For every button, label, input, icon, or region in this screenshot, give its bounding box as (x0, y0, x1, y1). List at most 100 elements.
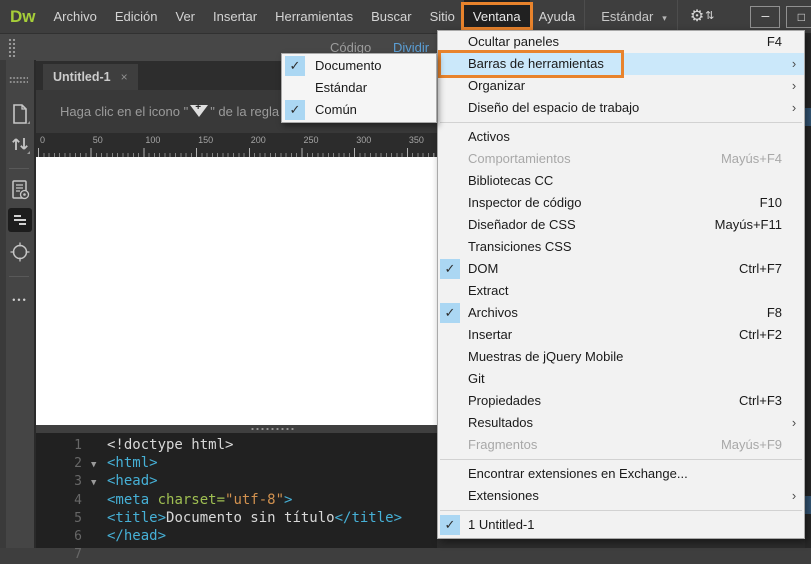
sidebar-grip-handle[interactable] (9, 76, 28, 85)
menu-item-label: Extract (460, 280, 782, 302)
menu-item-label: Activos (460, 126, 782, 148)
menubar-item-ventana[interactable]: Ventana (464, 0, 530, 33)
check-placeholder (440, 486, 460, 506)
check-placeholder (440, 215, 460, 235)
menu-item-label: Inspector de código (460, 192, 760, 214)
menu-shortcut: Mayús+F11 (715, 214, 784, 236)
checkmark-icon: ✓ (285, 56, 305, 76)
file-transfer-icon[interactable] (8, 132, 32, 156)
menu-item-label: Muestras de jQuery Mobile (460, 346, 782, 368)
code-text: <head> (107, 473, 158, 489)
maximize-button[interactable]: □ (786, 6, 811, 28)
menu-item-archivos[interactable]: ✓ArchivosF8 (438, 302, 804, 324)
menubar-item-buscar[interactable]: Buscar (362, 0, 420, 33)
more-options-icon[interactable]: ••• (8, 288, 32, 312)
menu-item-label: Fragmentos (460, 434, 721, 456)
document-tab[interactable]: Untitled-1× (43, 64, 138, 90)
hint-prefix: Haga clic en el icono " (60, 104, 188, 119)
menu-item-label: Encontrar extensiones en Exchange... (460, 463, 782, 485)
submenu-item-label: Común (305, 99, 357, 121)
menubar-item-label: Buscar (371, 9, 411, 24)
line-number: 3 (36, 473, 91, 491)
menu-item-git[interactable]: Git (438, 368, 804, 390)
menubar: Archivo Edición VerInsertarHerramientas Bus… (45, 0, 585, 33)
menubar-item-edicion[interactable]: Edición (106, 0, 167, 33)
menubar-item-insertar[interactable]: Insertar (204, 0, 266, 33)
target-icon[interactable] (8, 240, 32, 264)
check-placeholder (440, 347, 460, 367)
menu-item-label: Archivos (460, 302, 767, 324)
checkmark-icon: ✓ (440, 259, 460, 279)
toolbar-grip-handle[interactable] (8, 38, 16, 57)
new-document-icon[interactable] (8, 102, 32, 126)
menubar-item-ver[interactable]: Ver (167, 0, 205, 33)
menu-item-extensiones[interactable]: Extensiones› (438, 485, 804, 507)
menu-item-label: Insertar (460, 324, 739, 346)
ruler-label: 0 (40, 135, 45, 145)
ruler-label: 300 (356, 135, 371, 145)
menu-item-dom[interactable]: ✓DOMCtrl+F7 (438, 258, 804, 280)
check-placeholder (440, 171, 460, 191)
sidebar-divider (9, 168, 29, 169)
code-token: <meta (107, 492, 149, 508)
code-token: "utf-8" (225, 492, 284, 508)
menubar-item-label: Edición (115, 9, 158, 24)
menu-item-activos[interactable]: Activos (438, 126, 804, 148)
submenu-item-comun[interactable]: ✓Común (282, 99, 436, 121)
menu-item-muestras-de-jquery-mobile[interactable]: Muestras de jQuery Mobile (438, 346, 804, 368)
menubar-item-archivo[interactable]: Archivo (45, 0, 106, 33)
check-placeholder (440, 413, 460, 433)
submenu-arrow-icon: › (784, 97, 804, 119)
menu-item-bibliotecas-cc[interactable]: Bibliotecas CC (438, 170, 804, 192)
menubar-item-label: Archivo (54, 9, 97, 24)
minimize-button[interactable]: – (750, 6, 780, 28)
menu-item-barras-de-herramientas[interactable]: Barras de herramientas› (438, 53, 804, 75)
menu-item-propiedades[interactable]: PropiedadesCtrl+F3 (438, 390, 804, 412)
menu-shortcut: F10 (760, 192, 784, 214)
toolbars-submenu-panel: ✓DocumentoEstándar✓Común (281, 53, 437, 123)
check-placeholder (440, 325, 460, 345)
menu-item-organizar[interactable]: Organizar› (438, 75, 804, 97)
menu-shortcut: Mayús+F4 (721, 148, 784, 170)
check-placeholder (440, 149, 460, 169)
docked-panels-edge (805, 33, 811, 548)
submenu-item-documento[interactable]: ✓Documento (282, 55, 436, 77)
menu-item-label: Organizar (460, 75, 782, 97)
live-code-icon[interactable] (8, 178, 32, 202)
menubar-item-herramientas[interactable]: Herramientas (266, 0, 362, 33)
menu-item-transiciones-css[interactable]: Transiciones CSS (438, 236, 804, 258)
code-token: charset= (149, 492, 225, 508)
check-placeholder (440, 237, 460, 257)
code-token: </head> (107, 528, 166, 544)
menu-item-label: DOM (460, 258, 739, 280)
menu-item-comportamientos[interactable]: ComportamientosMayús+F4 (438, 148, 804, 170)
tab-close-icon[interactable]: × (121, 70, 128, 84)
submenu-item-estandar[interactable]: Estándar (282, 77, 436, 99)
menu-item-label: 1 Untitled-1 (460, 514, 782, 536)
menu-item-inspector-de-codigo[interactable]: Inspector de códigoF10 (438, 192, 804, 214)
menu-item-insertar[interactable]: InsertarCtrl+F2 (438, 324, 804, 346)
menu-item-resultados[interactable]: Resultados› (438, 412, 804, 434)
check-placeholder (440, 391, 460, 411)
menu-item-diseno-del-espacio-de-trabajo[interactable]: Diseño del espacio de trabajo› (438, 97, 804, 119)
menu-item-label: Transiciones CSS (460, 236, 782, 258)
menubar-item-ayuda[interactable]: Ayuda (530, 0, 585, 33)
menubar-item-sitio[interactable]: Sitio (421, 0, 464, 33)
workspace-selector[interactable]: Estándar▾ (584, 0, 677, 33)
menu-item-disenador-de-css[interactable]: Diseñador de CSSMayús+F11 (438, 214, 804, 236)
menu-item-fragmentos[interactable]: FragmentosMayús+F9 (438, 434, 804, 456)
check-placeholder (440, 464, 460, 484)
menu-item-ocultar-paneles[interactable]: Ocultar panelesF4 (438, 31, 804, 53)
dreamweaver-logo: Dw (10, 0, 36, 33)
menu-item-label: Bibliotecas CC (460, 170, 782, 192)
code-token: > (284, 492, 292, 508)
sync-settings-icon[interactable]: ⚙⇅ (677, 0, 727, 33)
line-number: 5 (36, 510, 91, 528)
format-source-icon[interactable] (8, 208, 32, 232)
menu-item-extract[interactable]: Extract (438, 280, 804, 302)
fold-arrow-icon[interactable]: ▼ (91, 474, 107, 492)
menu-item-1-untitled-1[interactable]: ✓1 Untitled-1 (438, 514, 804, 536)
splitter-grip-handle[interactable] (250, 427, 294, 431)
menu-item-encontrar-extensiones-en-exchange[interactable]: Encontrar extensiones en Exchange... (438, 463, 804, 485)
menu-shortcut: Mayús+F9 (721, 434, 784, 456)
